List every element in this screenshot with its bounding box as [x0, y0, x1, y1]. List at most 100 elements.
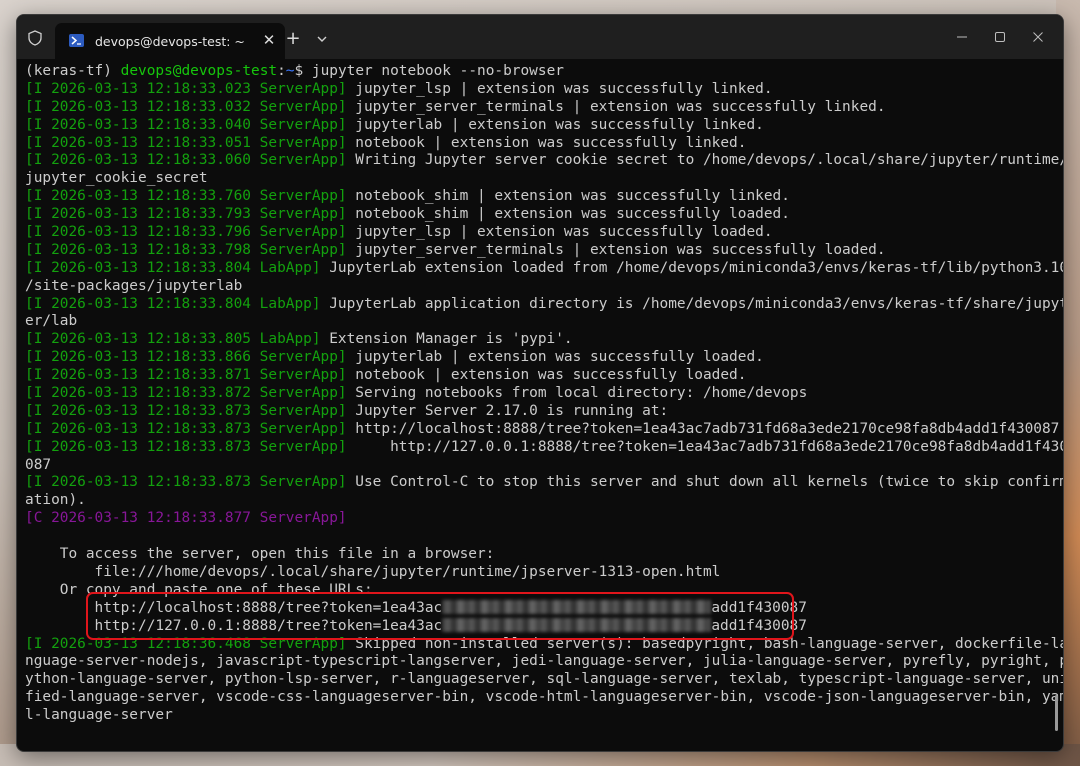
terminal-line: [I 2026-03-13 12:18:33.805 LabApp] Exten…	[25, 331, 1047, 349]
terminal-text: file:///home/devops/.local/share/jupyter…	[25, 563, 721, 580]
terminal-line: ython-language-server, python-lsp-server…	[25, 671, 1063, 689]
terminal-text: 087	[25, 456, 52, 473]
terminal-text: Extension Manager is 'pypi'.	[320, 331, 573, 348]
shield-icon	[28, 30, 42, 46]
terminal-line: [I 2026-03-13 12:18:33.798 ServerApp] ju…	[25, 242, 1047, 260]
terminal-text: devops@devops-test	[120, 63, 278, 79]
terminal-line: [I 2026-03-13 12:18:33.032 ServerApp] ju…	[25, 99, 1047, 117]
terminal-line: [I 2026-03-13 12:18:33.804 LabApp] Jupyt…	[25, 259, 1063, 278]
new-tab-button[interactable]: +	[283, 29, 303, 49]
terminal-line: file:///home/devops/.local/share/jupyter…	[25, 564, 1047, 582]
terminal-line: er/lab	[25, 313, 1047, 331]
terminal-line: [I 2026-03-13 12:18:33.051 ServerApp] no…	[25, 135, 1047, 153]
terminal-text: jupyter_lsp | extension was successfully…	[346, 80, 773, 97]
terminal-text: Writing Jupyter server cookie secret to …	[346, 152, 1064, 169]
terminal-text: Serving notebooks from local directory: …	[346, 385, 808, 402]
terminal-line: To access the server, open this file in …	[25, 546, 1047, 564]
close-window-icon[interactable]	[1027, 27, 1049, 47]
terminal-line: [I 2026-03-13 12:18:33.793 ServerApp] no…	[25, 206, 1047, 224]
terminal-text: [I 2026-03-13 12:18:33.051 ServerApp]	[25, 134, 347, 151]
terminal-text: [I 2026-03-13 12:18:33.873 ServerApp]	[25, 438, 347, 455]
terminal-window: devops@devops-test: ~ ✕ + (keras-tf) dev…	[16, 14, 1064, 752]
terminal-text: [I 2026-03-13 12:18:33.796 ServerApp]	[25, 224, 347, 241]
terminal-text: [I 2026-03-13 12:18:33.060 ServerApp]	[25, 152, 347, 169]
terminal-text: notebook_shim | extension was successful…	[346, 188, 790, 205]
terminal-text: /site-packages/jupyterlab	[25, 277, 243, 294]
terminal-text: JupyterLab extension loaded from /home/d…	[320, 259, 1064, 276]
terminal-line: [I 2026-03-13 12:18:33.040 ServerApp] ju…	[25, 117, 1047, 135]
terminal-text: [I 2026-03-13 12:18:33.023 ServerApp]	[25, 80, 347, 97]
url-highlight-box	[86, 592, 794, 640]
terminal-line: ation).	[25, 492, 1047, 510]
terminal-text: ation).	[25, 492, 86, 509]
terminal-line: [I 2026-03-13 12:18:33.873 ServerApp] Ju…	[25, 403, 1047, 421]
terminal-text: jupyter_server_terminals | extension was…	[346, 98, 886, 115]
terminal-text: Jupyter Server 2.17.0 is running at:	[346, 402, 669, 419]
close-tab-icon[interactable]: ✕	[261, 32, 277, 48]
terminal-line: (keras-tf) devops@devops-test:~$ jupyter…	[25, 63, 1047, 81]
terminal-text: nguage-server-nodejs, javascript-typescr…	[25, 653, 1064, 670]
terminal-text: l-language-server	[25, 707, 173, 724]
terminal-text: [I 2026-03-13 12:18:33.866 ServerApp]	[25, 349, 347, 366]
terminal-text: jupyter_server_terminals | extension was…	[346, 241, 886, 258]
title-bar[interactable]: devops@devops-test: ~ ✕ +	[17, 15, 1063, 59]
terminal-line: [I 2026-03-13 12:18:33.871 ServerApp] no…	[25, 367, 1047, 385]
terminal-text: fied-language-server, vscode-css-languag…	[25, 689, 1064, 706]
terminal-line: l-language-server	[25, 707, 1047, 725]
terminal-text: jupyter_cookie_secret	[25, 170, 208, 187]
terminal-text: ython-language-server, python-lsp-server…	[25, 671, 1064, 688]
terminal-text: [I 2026-03-13 12:18:33.760 ServerApp]	[25, 188, 347, 205]
terminal-text: :	[277, 63, 286, 79]
terminal-line: [I 2026-03-13 12:18:33.873 ServerApp] ht…	[25, 438, 1063, 457]
terminal-text: jupyter_lsp | extension was successfully…	[346, 224, 773, 241]
terminal-line: [C 2026-03-13 12:18:33.877 ServerApp]	[25, 510, 1047, 528]
scrollbar-thumb[interactable]	[1055, 695, 1058, 731]
terminal-text: [I 2026-03-13 12:18:33.872 ServerApp]	[25, 385, 347, 402]
terminal-text: http://localhost:8888/tree?token=1ea43ac…	[346, 420, 1060, 437]
terminal-text: [I 2026-03-13 12:18:33.873 ServerApp]	[25, 420, 347, 437]
terminal-text: [I 2026-03-13 12:18:33.873 ServerApp]	[25, 402, 347, 419]
terminal-output[interactable]: (keras-tf) devops@devops-test:~$ jupyter…	[25, 63, 1063, 747]
terminal-line: [I 2026-03-13 12:18:33.873 ServerApp] Us…	[25, 474, 1063, 492]
terminal-text: jupyterlab | extension was successfully …	[346, 116, 764, 133]
terminal-line: [I 2026-03-13 12:18:33.023 ServerApp] ju…	[25, 81, 1047, 99]
terminal-text: [I 2026-03-13 12:18:33.798 ServerApp]	[25, 241, 347, 258]
terminal-text: er/lab	[25, 313, 78, 330]
maximize-icon[interactable]	[989, 27, 1011, 47]
terminal-text: [I 2026-03-13 12:18:33.871 ServerApp]	[25, 367, 347, 384]
terminal-text: [I 2026-03-13 12:18:33.040 ServerApp]	[25, 116, 347, 133]
terminal-text: Use Control-C to stop this server and sh…	[346, 474, 1064, 491]
terminal-text: notebook | extension was successfully li…	[346, 134, 747, 151]
terminal-line: [I 2026-03-13 12:18:33.873 ServerApp] ht…	[25, 420, 1059, 439]
terminal-text: http://127.0.0.1:8888/tree?token=1ea43ac…	[346, 438, 1064, 455]
tab-terminal[interactable]: devops@devops-test: ~ ✕	[55, 23, 285, 59]
terminal-text: [I 2026-03-13 12:18:33.804 LabApp]	[25, 295, 321, 312]
terminal-text: [I 2026-03-13 12:18:33.873 ServerApp]	[25, 474, 347, 491]
terminal-line: fied-language-server, vscode-css-languag…	[25, 689, 1063, 707]
terminal-line: [I 2026-03-13 12:18:33.804 LabApp] Jupyt…	[25, 295, 1063, 314]
terminal-text: [I 2026-03-13 12:18:33.793 ServerApp]	[25, 206, 347, 223]
terminal-text: [C 2026-03-13 12:18:33.877 ServerApp]	[25, 510, 347, 527]
terminal-text: notebook | extension was successfully lo…	[346, 367, 747, 384]
terminal-text: (keras-tf)	[25, 63, 121, 79]
chevron-down-icon[interactable]	[313, 29, 331, 49]
minimize-icon[interactable]	[951, 27, 973, 47]
terminal-line: jupyter_cookie_secret	[25, 170, 1047, 188]
terminal-text: ~	[285, 63, 295, 79]
terminal-text: notebook_shim | extension was successful…	[346, 206, 790, 223]
terminal-line: [I 2026-03-13 12:18:33.060 ServerApp] Wr…	[25, 152, 1063, 170]
terminal-line: [I 2026-03-13 12:18:33.796 ServerApp] ju…	[25, 224, 1047, 242]
terminal-line: 087	[25, 457, 1047, 475]
terminal-line: [I 2026-03-13 12:18:33.760 ServerApp] no…	[25, 188, 1047, 206]
terminal-line: [I 2026-03-13 12:18:33.866 ServerApp] ju…	[25, 349, 1047, 367]
terminal-text: jupyterlab | extension was successfully …	[346, 349, 764, 366]
tab-title: devops@devops-test: ~	[95, 34, 245, 49]
terminal-text: JupyterLab application directory is /hom…	[320, 295, 1064, 312]
terminal-line: /site-packages/jupyterlab	[25, 278, 1047, 296]
terminal-text: [I 2026-03-13 12:18:33.032 ServerApp]	[25, 98, 347, 115]
terminal-text: $ jupyter notebook --no-browser	[294, 63, 564, 79]
powershell-icon	[69, 34, 84, 47]
terminal-text: To access the server, open this file in …	[25, 546, 495, 563]
terminal-text: [I 2026-03-13 12:18:33.804 LabApp]	[25, 259, 321, 276]
